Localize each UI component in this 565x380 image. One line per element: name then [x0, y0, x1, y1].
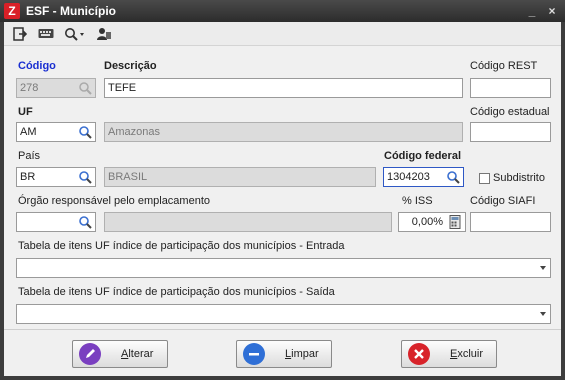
chevron-down-icon	[540, 266, 546, 270]
uf-field[interactable]: AM	[16, 122, 96, 142]
search-dropdown-icon	[65, 27, 84, 41]
limpar-button[interactable]: Limpar	[236, 340, 332, 368]
pais-description-field: BRASIL	[104, 167, 376, 187]
edit-icon	[79, 343, 101, 365]
keyboard-icon	[38, 28, 54, 38]
codigo-siafi-field[interactable]	[470, 212, 551, 232]
pais-description: BRASIL	[108, 171, 148, 183]
descricao-value: TEFE	[108, 82, 137, 94]
alterar-button[interactable]: Alterar	[72, 340, 168, 368]
codigo-rest-field[interactable]	[470, 78, 551, 98]
chevron-down-icon	[540, 312, 546, 316]
codigo-federal-value: 1304203	[387, 171, 430, 183]
form-client-area: Código Descrição Código REST 278 TEFE UF…	[4, 22, 561, 376]
codigo-rest-label: Código REST	[470, 60, 538, 72]
footer-divider	[4, 329, 561, 330]
search-icon[interactable]	[446, 170, 460, 184]
app-logo-icon: Z	[4, 3, 20, 19]
user-button[interactable]	[94, 25, 114, 43]
codigo-federal-field[interactable]: 1304203	[383, 167, 464, 187]
descricao-field[interactable]: TEFE	[104, 78, 463, 98]
user-icon	[97, 27, 111, 40]
orgao-label: Órgão responsável pelo emplacamento	[18, 195, 211, 207]
uf-label: UF	[18, 106, 33, 118]
pais-value: BR	[20, 171, 36, 183]
minimize-button[interactable]: _	[525, 4, 539, 18]
tabela-saida-select[interactable]	[16, 304, 551, 324]
search-icon[interactable]	[78, 170, 92, 184]
pais-label: País	[18, 150, 41, 162]
search-icon[interactable]	[78, 125, 92, 139]
search-dropdown-button[interactable]	[62, 25, 88, 43]
search-icon[interactable]	[78, 215, 92, 229]
window-title: ESF - Município	[26, 4, 116, 18]
calculator-icon[interactable]	[448, 215, 462, 229]
codigo-value: 278	[20, 82, 39, 94]
alterar-label: Alterar	[121, 348, 154, 360]
iss-value: 0,00%	[411, 216, 443, 228]
codigo-label: Código	[18, 60, 56, 72]
toolbar	[4, 22, 561, 46]
excluir-label: Excluir	[450, 348, 484, 360]
window: Z ESF - Município _ × Código Descrição C…	[0, 0, 565, 380]
uf-description-field: Amazonas	[104, 122, 463, 142]
limpar-label: Limpar	[285, 348, 319, 360]
clear-icon	[243, 343, 265, 365]
iss-label: % ISS	[402, 195, 433, 207]
delete-icon	[408, 343, 430, 365]
keyboard-button[interactable]	[36, 25, 56, 43]
tabela-entrada-label: Tabela de itens UF índice de participaçã…	[18, 240, 345, 252]
orgao-description-field	[104, 212, 392, 232]
codigo-federal-label: Código federal	[384, 150, 462, 162]
pais-field[interactable]: BR	[16, 167, 96, 187]
uf-value: AM	[20, 126, 37, 138]
descricao-label: Descrição	[104, 60, 157, 72]
title-bar: Z ESF - Município _ ×	[0, 0, 565, 22]
excluir-button[interactable]: Excluir	[401, 340, 497, 368]
search-icon	[79, 82, 92, 95]
iss-field[interactable]: 0,00%	[398, 212, 466, 232]
codigo-estadual-field[interactable]	[470, 122, 551, 142]
exit-icon	[13, 26, 27, 41]
subdistrito-checkbox[interactable]	[479, 173, 490, 184]
codigo-estadual-label: Código estadual	[470, 106, 550, 118]
tabela-entrada-select[interactable]	[16, 258, 551, 278]
orgao-field[interactable]	[16, 212, 96, 232]
close-button[interactable]: ×	[545, 4, 559, 18]
codigo-field[interactable]: 278	[16, 78, 96, 98]
tabela-saida-label: Tabela de itens UF índice de participaçã…	[18, 286, 335, 298]
codigo-siafi-label: Código SIAFI	[470, 195, 536, 207]
subdistrito-label: Subdistrito	[493, 172, 545, 184]
uf-description: Amazonas	[108, 126, 160, 138]
exit-button[interactable]	[10, 25, 30, 43]
